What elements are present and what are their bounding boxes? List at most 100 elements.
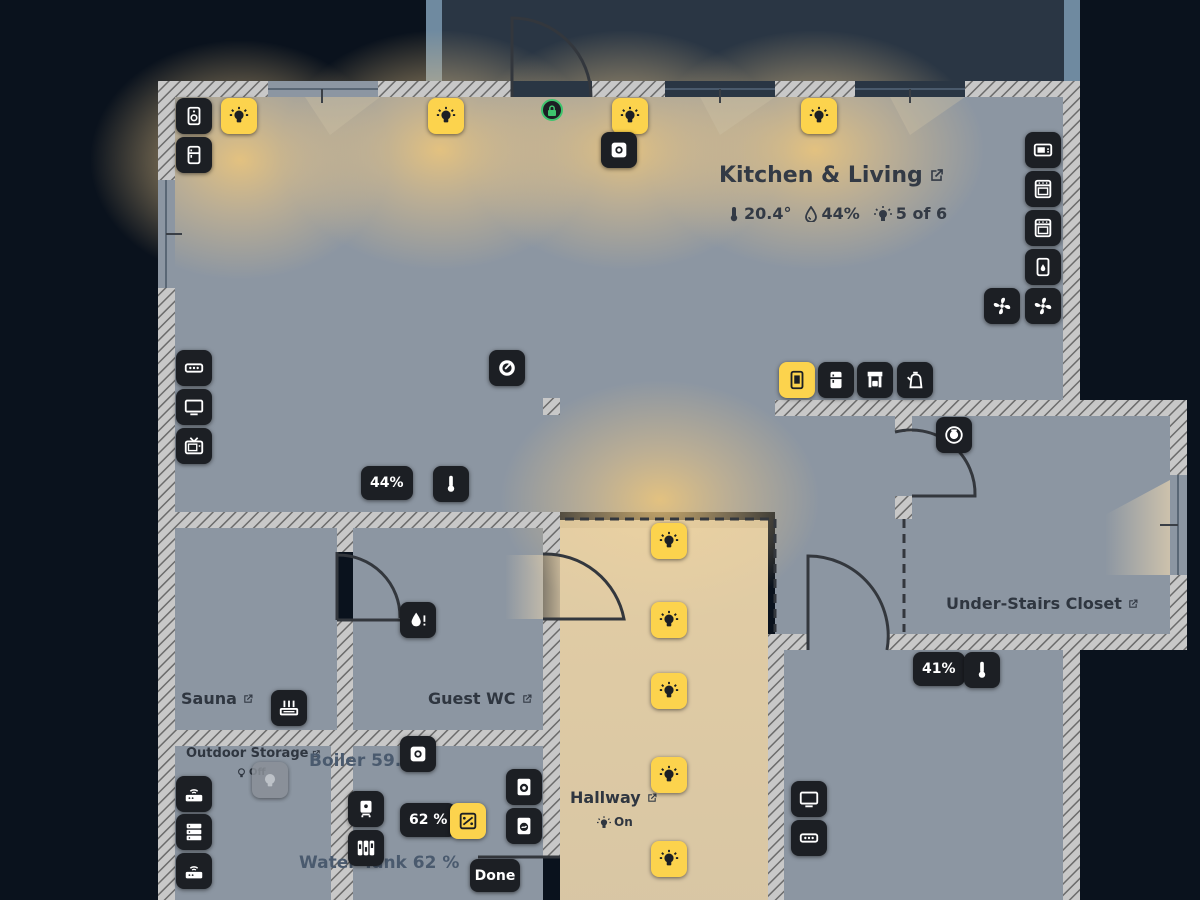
water-heater-button[interactable] xyxy=(1025,249,1061,285)
water-tank-button[interactable] xyxy=(348,830,384,866)
espresso-machine-button[interactable] xyxy=(857,362,893,398)
external-link-icon xyxy=(647,793,657,802)
coffee-machine-button[interactable] xyxy=(779,362,815,398)
external-link-icon xyxy=(522,694,532,703)
kettle-icon xyxy=(907,371,923,389)
washing-machine-icon xyxy=(517,817,531,835)
lightbulb-icon xyxy=(436,106,456,123)
lightbulb-icon xyxy=(659,681,679,698)
router-button[interactable] xyxy=(176,776,212,812)
av-receiver-button[interactable] xyxy=(791,820,827,856)
boiler-icon xyxy=(410,746,426,762)
water-tank-icon xyxy=(357,840,375,856)
kitchen-living-stats: 20.4° 44% 5 of 6 xyxy=(728,204,947,223)
kettle-button[interactable] xyxy=(897,362,933,398)
oven-button[interactable] xyxy=(1025,171,1061,207)
oven-icon xyxy=(1034,218,1052,238)
room-title-hallway[interactable]: Hallway xyxy=(570,788,658,807)
outdoor-storage-light-button[interactable] xyxy=(252,762,288,798)
router-button[interactable] xyxy=(176,853,212,889)
oven-button[interactable] xyxy=(1025,210,1061,246)
washing-machine-button[interactable] xyxy=(506,808,542,844)
pump-button[interactable] xyxy=(450,803,486,839)
av-receiver-icon xyxy=(184,363,204,373)
thermometer-icon xyxy=(730,206,738,221)
lock-icon xyxy=(548,104,556,116)
tv-button[interactable] xyxy=(176,389,212,425)
thermometer-button[interactable] xyxy=(433,466,469,502)
speaker-button[interactable] xyxy=(176,98,212,134)
lightbulb-icon xyxy=(659,765,679,782)
lights-count: 5 of 6 xyxy=(895,204,948,223)
fridge-icon xyxy=(187,145,201,165)
microwave-icon xyxy=(1033,143,1053,157)
hallway-state: On xyxy=(597,815,633,829)
boiler-button[interactable] xyxy=(400,736,436,772)
dryer-button[interactable] xyxy=(506,769,542,805)
fan-button[interactable] xyxy=(984,288,1020,324)
fridge-button[interactable] xyxy=(176,137,212,173)
coffee-machine-icon xyxy=(790,370,804,390)
light-button[interactable] xyxy=(221,98,257,134)
light-button[interactable] xyxy=(651,602,687,638)
lightbulb-icon xyxy=(620,106,640,123)
closet-humidity-readout[interactable]: 41% xyxy=(913,652,965,686)
thermometer-icon xyxy=(978,661,986,678)
tv-icon xyxy=(799,791,819,808)
robot-vacuum-button[interactable] xyxy=(936,417,972,453)
server-button[interactable] xyxy=(176,814,212,850)
speaker-icon xyxy=(187,106,201,126)
retro-tv-button[interactable] xyxy=(176,428,212,464)
lightbulb-icon xyxy=(809,106,829,123)
lightbulb-icon xyxy=(659,610,679,627)
light-button[interactable] xyxy=(612,98,648,134)
fridge-icon xyxy=(830,371,842,389)
robot-vacuum-icon xyxy=(945,426,963,444)
tv-button[interactable] xyxy=(791,781,827,817)
robot-vacuum-button[interactable] xyxy=(601,132,637,168)
room-title-under-stairs[interactable]: Under-Stairs Closet xyxy=(946,594,1139,613)
humidity-icon xyxy=(805,205,818,222)
living-humidity-readout[interactable]: 44% xyxy=(361,466,413,500)
room-title-outdoor-storage[interactable]: Outdoor Storage xyxy=(186,746,321,761)
room-title-sauna[interactable]: Sauna xyxy=(181,689,254,708)
fan-button[interactable] xyxy=(1025,288,1061,324)
light-button[interactable] xyxy=(651,841,687,877)
light-button[interactable] xyxy=(651,673,687,709)
thermometer-button[interactable] xyxy=(964,652,1000,688)
microwave-button[interactable] xyxy=(1025,132,1061,168)
lightbulb-icon xyxy=(659,531,679,548)
espresso-machine-icon xyxy=(867,371,883,388)
fan-icon xyxy=(993,297,1011,315)
dryer-icon xyxy=(517,778,531,796)
av-receiver-button[interactable] xyxy=(176,350,212,386)
boiler-label: Boiler 59.0 xyxy=(309,751,414,771)
water-heater-icon xyxy=(1036,257,1050,277)
room-title-guest-wc[interactable]: Guest WC xyxy=(428,689,533,708)
server-icon xyxy=(186,823,202,841)
room-title-kitchen-living[interactable]: Kitchen & Living xyxy=(719,163,945,188)
water-heater-button[interactable] xyxy=(348,791,384,827)
sauna-heater-button[interactable] xyxy=(271,690,307,726)
pump-icon xyxy=(459,812,477,830)
door-lock-button[interactable] xyxy=(541,99,563,121)
lightbulb-icon xyxy=(659,849,679,866)
leak-sensor-button[interactable] xyxy=(400,602,436,638)
lightbulb-icon xyxy=(238,767,245,777)
light-button[interactable] xyxy=(801,98,837,134)
lightbulb-icon xyxy=(873,205,892,221)
humidity-value: 44% xyxy=(821,204,860,223)
water-alert-icon xyxy=(411,612,426,627)
external-link-icon xyxy=(930,169,943,181)
retro-tv-icon xyxy=(184,437,204,455)
fridge-button[interactable] xyxy=(818,362,854,398)
thermometer-icon xyxy=(447,475,455,492)
external-link-icon xyxy=(1129,599,1138,608)
light-button[interactable] xyxy=(428,98,464,134)
water-tank-readout[interactable]: 62 % xyxy=(400,803,457,837)
light-button[interactable] xyxy=(651,757,687,793)
temperature-value: 20.4° xyxy=(744,204,792,223)
robot-vacuum-button[interactable] xyxy=(489,350,525,386)
light-button[interactable] xyxy=(651,523,687,559)
done-button[interactable]: Done xyxy=(470,859,520,892)
